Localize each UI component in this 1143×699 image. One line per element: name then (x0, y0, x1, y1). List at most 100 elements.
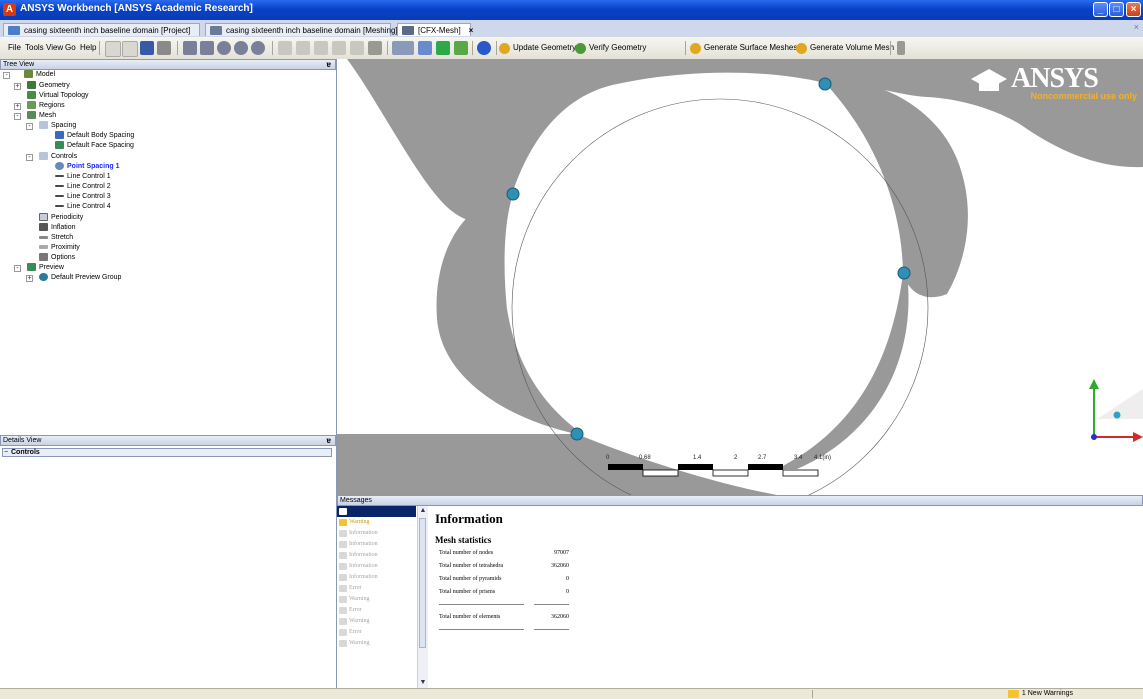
tree-node-line-control-2[interactable]: Line Control 2 (55, 182, 111, 192)
message-item-error[interactable]: Error (337, 627, 416, 638)
tree-node-default-face-spacing[interactable]: Default Face Spacing (55, 141, 134, 151)
tree-node-line-control-3[interactable]: Line Control 3 (55, 192, 111, 202)
collapse-icon[interactable]: - (14, 265, 21, 272)
message-item-information[interactable]: Information (337, 561, 416, 572)
message-item-warning[interactable]: Warning (337, 517, 416, 528)
triangle-icon[interactable] (454, 41, 468, 55)
save-icon[interactable] (140, 41, 154, 55)
scale-label: 2.7 (758, 455, 767, 461)
options-icon (39, 253, 48, 262)
tree-node-spacing[interactable]: Spacing (39, 121, 76, 131)
messages-list[interactable]: Warning Information Information Informat… (337, 506, 418, 688)
tab-label: casing sixteenth inch baseline domain [P… (24, 26, 191, 35)
tree-node-periodicity[interactable]: Periodicity (39, 213, 83, 223)
pan-icon[interactable] (200, 41, 214, 55)
message-item-information[interactable]: Information (337, 528, 416, 539)
tab-close-icon[interactable]: × (469, 26, 474, 35)
geometry-view[interactable] (337, 59, 1143, 495)
tree-node-geometry[interactable]: Geometry (27, 81, 70, 91)
tree-node-virtual-topology[interactable]: Virtual Topology (27, 91, 89, 101)
tab-cfx-mesh[interactable]: [CFX-Mesh] × (397, 23, 474, 36)
tree-node-line-control-4[interactable]: Line Control 4 (55, 202, 111, 212)
collapse-icon[interactable]: − (4, 449, 8, 457)
scale-label: 0.68 (639, 455, 651, 461)
ruler-icon[interactable] (436, 41, 450, 55)
tab-meshing[interactable]: casing sixteenth inch baseline domain [M… (205, 23, 398, 36)
rotate-icon[interactable] (183, 41, 197, 55)
tree-node-line-control-1[interactable]: Line Control 1 (55, 172, 111, 182)
scroll-thumb[interactable] (419, 518, 426, 648)
message-item-warning[interactable]: Warning (337, 594, 416, 605)
close-button[interactable]: × (1126, 2, 1141, 17)
tree-node-model[interactable]: Model (24, 70, 55, 80)
update-geometry-button[interactable]: Update Geometry (499, 41, 576, 55)
tree-node-default-preview-group[interactable]: Default Preview Group (39, 273, 121, 283)
tree-node-mesh[interactable]: Mesh (27, 111, 56, 121)
view-front-icon[interactable] (278, 41, 292, 55)
scroll-up-icon[interactable]: ▲ (418, 506, 428, 516)
tab-project[interactable]: casing sixteenth inch baseline domain [P… (3, 23, 200, 36)
expand-icon[interactable]: + (26, 275, 33, 282)
undo-icon[interactable] (105, 41, 121, 57)
minimize-button[interactable]: _ (1093, 2, 1108, 17)
pin-icon[interactable]: ɐ (327, 60, 331, 69)
menu-file[interactable]: File (8, 43, 21, 52)
zoom-fit-icon[interactable] (251, 41, 265, 55)
view-side-icon[interactable] (332, 41, 346, 55)
maximize-button[interactable]: □ (1109, 2, 1124, 17)
tree-node-controls[interactable]: Controls (39, 152, 77, 162)
tree-node-default-body-spacing[interactable]: Default Body Spacing (55, 131, 134, 141)
view-iso-icon[interactable] (350, 41, 364, 55)
message-item-information[interactable]: Information (337, 572, 416, 583)
generate-surface-meshes-button[interactable]: Generate Surface Meshes (690, 41, 797, 55)
tab-close-icon[interactable]: × (1134, 22, 1139, 32)
tree-node-stretch[interactable]: Stretch (39, 233, 73, 243)
message-item-information[interactable]: Information (337, 550, 416, 561)
messages-scrollbar[interactable]: ▲ ▼ (417, 506, 428, 688)
view-back-icon[interactable] (296, 41, 310, 55)
graphics-viewport[interactable]: ANSYS Noncommercial use only 0 0.68 1.4 … (337, 59, 1143, 495)
scroll-down-icon[interactable]: ▼ (418, 678, 428, 688)
collapse-icon[interactable]: - (3, 72, 10, 79)
zoom-icon[interactable] (217, 41, 231, 55)
menu-view[interactable]: View (46, 43, 63, 52)
generate-volume-mesh-button[interactable]: Generate Volume Mesh (796, 41, 894, 55)
wireframe-icon[interactable] (368, 41, 382, 55)
help-icon[interactable] (477, 41, 491, 55)
message-item-warning[interactable]: Warning (337, 638, 416, 649)
tree-node-preview[interactable]: Preview (27, 263, 64, 273)
menu-go[interactable]: Go (65, 43, 76, 52)
messages-list-header[interactable] (337, 506, 416, 517)
message-item-information[interactable]: Information (337, 539, 416, 550)
details-group-row[interactable]: − Controls (2, 448, 332, 457)
tree-node-proximity[interactable]: Proximity (39, 243, 80, 253)
toolbar-overflow-icon[interactable] (897, 41, 905, 55)
message-item-error[interactable]: Error (337, 605, 416, 616)
zoom-box-icon[interactable] (234, 41, 248, 55)
message-item-warning[interactable]: Warning (337, 616, 416, 627)
redo-icon[interactable] (122, 41, 138, 57)
menu-tools[interactable]: Tools (25, 43, 44, 52)
tree-node-regions[interactable]: Regions (27, 101, 65, 111)
node-label: Regions (39, 102, 65, 109)
view-top-icon[interactable] (314, 41, 328, 55)
error-icon (339, 585, 347, 592)
pin-icon[interactable]: ɐ (327, 436, 331, 445)
expand-icon[interactable]: + (14, 103, 21, 110)
axis-icon[interactable] (418, 41, 432, 55)
message-item-error[interactable]: Error (337, 583, 416, 594)
close-view-icon[interactable] (157, 41, 171, 55)
message-title: Information (435, 511, 503, 526)
collapse-icon[interactable]: - (26, 154, 33, 161)
select-mode-icon[interactable] (392, 41, 414, 55)
verify-geometry-button[interactable]: Verify Geometry (575, 41, 646, 55)
tree-node-inflation[interactable]: Inflation (39, 223, 76, 233)
tree-node-point-spacing-1[interactable]: Point Spacing 1 (55, 162, 120, 172)
collapse-icon[interactable]: - (26, 123, 33, 130)
expand-icon[interactable]: + (14, 83, 21, 90)
warning-icon (1007, 690, 1019, 698)
menu-help[interactable]: Help (80, 43, 96, 52)
collapse-icon[interactable]: - (14, 113, 21, 120)
line-control-icon (55, 175, 64, 178)
tree-node-options[interactable]: Options (39, 253, 75, 263)
